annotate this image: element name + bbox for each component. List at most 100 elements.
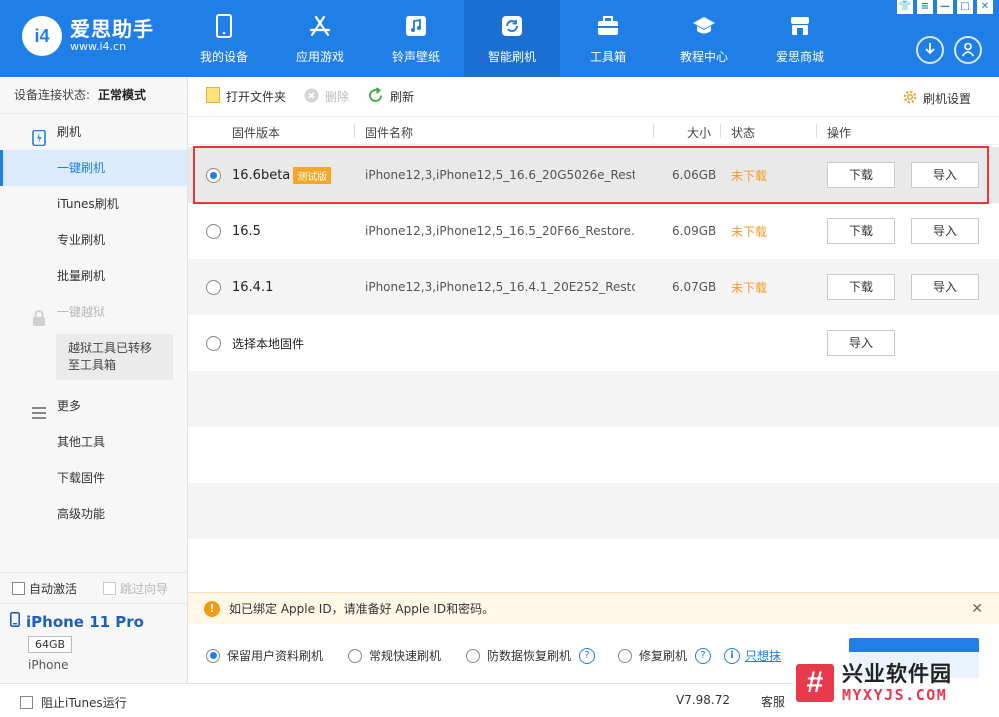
sidebar-item-itunes-flash[interactable]: iTunes刷机 <box>0 186 187 222</box>
nav-apps[interactable]: 应用游戏 <box>272 0 368 77</box>
col-name: 固件名称 <box>365 126 414 140</box>
site-watermark: # 兴业软件园 MYXYJS.COM <box>794 652 999 714</box>
erase-only-link[interactable]: i 只想抹 <box>724 647 781 664</box>
auto-activate-checkbox[interactable] <box>12 581 25 595</box>
skin-button[interactable]: 👕 <box>897 0 913 14</box>
mode-quick-flash[interactable]: 常规快速刷机 <box>348 647 441 664</box>
maximize-button[interactable]: □ <box>957 0 973 14</box>
firmware-radio[interactable] <box>206 223 221 239</box>
phone-icon <box>211 13 237 39</box>
close-button[interactable]: ✕ <box>977 0 993 14</box>
nav-smart-flash[interactable]: 智能刷机 <box>464 0 560 77</box>
device-capacity: 64GB <box>28 636 73 653</box>
window-controls: 👕 ≡ — □ ✕ <box>897 0 993 14</box>
folder-icon <box>206 87 220 106</box>
firmware-radio[interactable] <box>206 167 221 183</box>
sidebar-item-pro-flash[interactable]: 专业刷机 <box>0 222 187 258</box>
import-button[interactable]: 导入 <box>911 162 979 188</box>
sidebar-item-download-firmware[interactable]: 下载固件 <box>0 460 187 496</box>
col-version: 固件版本 <box>232 126 281 140</box>
local-firmware-label: 选择本地固件 <box>232 336 305 351</box>
device-info[interactable]: iPhone 11 Pro 64GB iPhone <box>0 603 188 683</box>
download-status: 未下载 <box>731 168 768 183</box>
mode-keep-data[interactable]: 保留用户资料刷机 <box>206 647 323 664</box>
logo-title: 爱思助手 <box>70 17 154 41</box>
import-button[interactable]: 导入 <box>911 218 979 244</box>
open-folder-button[interactable]: 打开文件夹 <box>206 87 286 106</box>
delete-button[interactable]: 删除 <box>304 88 349 106</box>
info-icon: i <box>724 647 740 664</box>
block-itunes-checkbox[interactable] <box>20 696 33 709</box>
nav-tutorials[interactable]: 教程中心 <box>656 0 752 77</box>
skip-guide-checkbox[interactable] <box>103 581 117 595</box>
graduation-cap-icon <box>691 13 717 39</box>
col-action: 操作 <box>827 126 852 140</box>
firmware-radio[interactable] <box>206 279 221 295</box>
nav-shop[interactable]: 爱思商城 <box>752 0 848 77</box>
watermark-url: MYXYJS.COM <box>842 686 948 704</box>
nav-toolbox[interactable]: 工具箱 <box>560 0 656 77</box>
download-manager-button[interactable] <box>916 36 944 64</box>
table-row[interactable]: 16.6beta 测试版 iPhone12,3,iPhone12,5_16.6_2… <box>188 147 999 203</box>
warning-icon: ! <box>204 600 220 617</box>
download-button[interactable]: 下载 <box>827 162 895 188</box>
device-phone-icon <box>10 612 20 631</box>
sidebar-group-flash[interactable]: 刷机 <box>0 114 187 150</box>
device-type: iPhone <box>28 658 69 672</box>
import-button[interactable]: 导入 <box>911 274 979 300</box>
refresh-button[interactable]: 刷新 <box>367 86 414 107</box>
firmware-table-header: 固件版本 固件名称 大小 状态 操作 <box>188 117 999 145</box>
watermark-name: 兴业软件园 <box>842 662 952 686</box>
nav-ringtones[interactable]: 铃声壁纸 <box>368 0 464 77</box>
mode-radio[interactable] <box>466 648 480 663</box>
firmware-version: 16.4.1 <box>232 279 274 295</box>
mode-radio[interactable] <box>618 648 632 663</box>
close-icon[interactable]: ✕ <box>971 601 983 617</box>
help-icon[interactable]: ? <box>579 647 596 664</box>
download-button[interactable]: 下载 <box>827 274 895 300</box>
mode-radio[interactable] <box>206 648 220 663</box>
download-icon <box>923 42 937 59</box>
music-icon <box>403 13 429 39</box>
sidebar-item-batch-flash[interactable]: 批量刷机 <box>0 258 187 294</box>
sidebar-group-more[interactable]: 更多 <box>0 388 187 424</box>
table-row[interactable]: 16.5 iPhone12,3,iPhone12,5_16.5_20F66_Re… <box>188 203 999 259</box>
download-status: 未下载 <box>731 224 768 239</box>
shop-icon <box>787 13 813 39</box>
table-row-local[interactable]: 选择本地固件 导入 <box>188 315 999 371</box>
mode-radio[interactable] <box>348 648 362 663</box>
download-button[interactable]: 下载 <box>827 218 895 244</box>
firmware-name: iPhone12,3,iPhone12,5_16.5_20F66_Restore… <box>365 224 635 238</box>
mode-anti-recovery[interactable]: 防数据恢复刷机 ? <box>466 647 596 664</box>
help-icon[interactable]: ? <box>695 647 712 664</box>
logo-url: www.i4.cn <box>70 40 127 53</box>
lock-icon <box>32 304 46 340</box>
sidebar-item-advanced[interactable]: 高级功能 <box>0 496 187 532</box>
sidebar-item-other-tools[interactable]: 其他工具 <box>0 424 187 460</box>
customer-service-link[interactable]: 客服 <box>761 693 785 710</box>
table-row[interactable]: 16.4.1 iPhone12,3,iPhone12,5_16.4.1_20E2… <box>188 259 999 315</box>
sidebar-item-one-click-flash[interactable]: 一键刷机 <box>0 150 187 186</box>
connection-mode: 正常模式 <box>98 88 147 102</box>
empty-row <box>188 483 999 539</box>
logo-mark: i4 <box>22 16 62 56</box>
local-import-button[interactable]: 导入 <box>827 330 895 356</box>
activation-options: 自动激活 跳过向导 <box>0 572 188 603</box>
skip-guide-label: 跳过向导 <box>120 581 169 596</box>
refresh-icon <box>499 13 525 39</box>
device-name: iPhone 11 Pro <box>26 612 144 631</box>
flash-settings-button[interactable]: 刷机设置 <box>902 89 971 108</box>
apple-id-notice: ! 如已绑定 Apple ID，请准备好 Apple ID和密码。 ✕ <box>188 592 999 624</box>
watermark-logo: # <box>796 664 834 702</box>
mode-repair-flash[interactable]: 修复刷机 ? <box>618 647 712 664</box>
user-account-button[interactable] <box>954 36 982 64</box>
user-icon <box>960 41 976 60</box>
firmware-size: 6.07GB <box>672 280 717 294</box>
menu-button[interactable]: ≡ <box>917 0 933 14</box>
col-status: 状态 <box>731 126 756 140</box>
local-firmware-radio[interactable] <box>206 335 221 351</box>
firmware-version: 16.6beta <box>232 167 291 183</box>
nav-my-device[interactable]: 我的设备 <box>176 0 272 77</box>
firmware-size: 6.09GB <box>672 224 717 238</box>
minimize-button[interactable]: — <box>937 0 953 14</box>
